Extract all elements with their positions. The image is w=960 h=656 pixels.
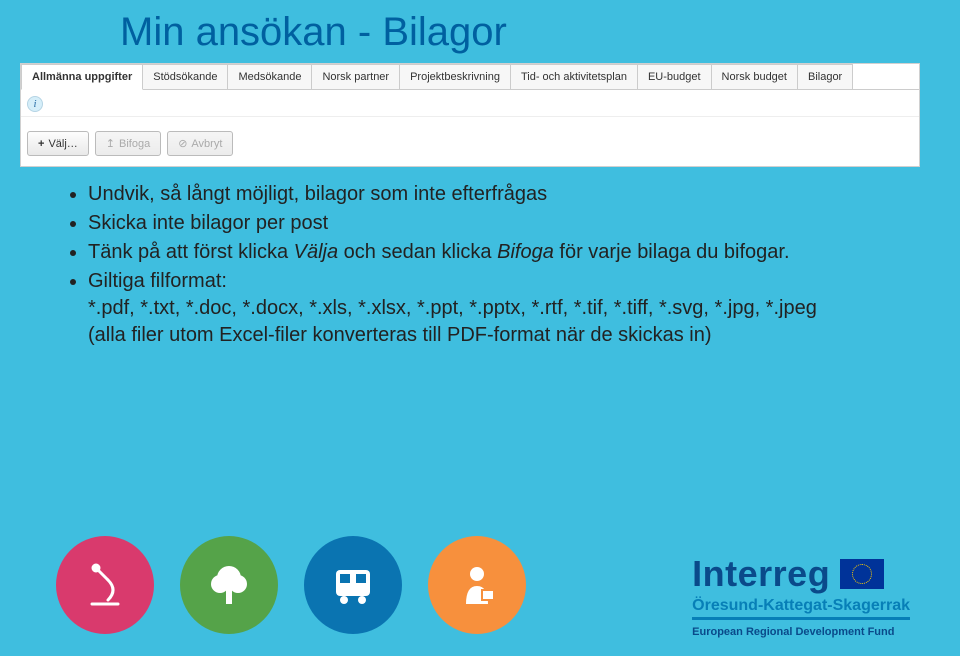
cancel-button[interactable]: ⊘ Avbryt bbox=[167, 131, 233, 156]
tab-norsk-partner[interactable]: Norsk partner bbox=[311, 64, 400, 89]
cancel-button-label: Avbryt bbox=[191, 138, 222, 150]
tab-eu-budget[interactable]: EU-budget bbox=[637, 64, 712, 89]
text: Tänk på att först klicka bbox=[88, 241, 294, 263]
microscope-icon bbox=[56, 536, 154, 634]
list-item: Skicka inte bilagor per post bbox=[88, 210, 890, 237]
tab-norsk-budget[interactable]: Norsk budget bbox=[711, 64, 798, 89]
plus-icon: + bbox=[38, 138, 44, 150]
attach-button[interactable]: ↥ Bifoga bbox=[95, 131, 161, 156]
bus-icon bbox=[304, 536, 402, 634]
tab-projektbeskrivning[interactable]: Projektbeskrivning bbox=[399, 64, 511, 89]
text: för varje bilaga du bifogar. bbox=[554, 241, 790, 263]
form-screenshot: Allmänna uppgifter Stödsökande Medsökand… bbox=[20, 63, 920, 167]
file-formats: *.pdf, *.txt, *.doc, *.docx, *.xls, *.xl… bbox=[88, 297, 817, 319]
worker-icon bbox=[428, 536, 526, 634]
tab-stodsokande[interactable]: Stödsökande bbox=[142, 64, 228, 89]
logo-region: Öresund-Kattegat-Skagerrak bbox=[692, 597, 910, 620]
list-item: Giltiga filformat: *.pdf, *.txt, *.doc, … bbox=[88, 268, 890, 349]
logo-fund: European Regional Development Fund bbox=[692, 626, 910, 638]
bullet-list: Undvik, så långt möjligt, bilagor som in… bbox=[70, 181, 890, 349]
attach-button-label: Bifoga bbox=[119, 138, 150, 150]
select-button[interactable]: + Välj… bbox=[27, 131, 89, 156]
tab-bilagor[interactable]: Bilagor bbox=[797, 64, 853, 89]
tab-allmanna[interactable]: Allmänna uppgifter bbox=[21, 64, 143, 90]
text: Giltiga filformat: bbox=[88, 270, 227, 292]
list-item: Tänk på att först klicka Välja och sedan… bbox=[88, 239, 890, 266]
upload-icon: ↥ bbox=[106, 137, 115, 150]
category-icons bbox=[56, 536, 526, 634]
tab-bar: Allmänna uppgifter Stödsökande Medsökand… bbox=[21, 64, 919, 90]
page-title: Min ansökan - Bilagor bbox=[0, 0, 960, 63]
text-em: Bifoga bbox=[497, 241, 554, 263]
text-em: Välja bbox=[294, 241, 338, 263]
tree-icon bbox=[180, 536, 278, 634]
button-row: + Välj… ↥ Bifoga ⊘ Avbryt bbox=[21, 116, 919, 166]
list-item: Undvik, så långt möjligt, bilagor som in… bbox=[88, 181, 890, 208]
cancel-icon: ⊘ bbox=[178, 137, 187, 150]
tab-tid-aktivitetsplan[interactable]: Tid- och aktivitetsplan bbox=[510, 64, 638, 89]
eu-flag-icon bbox=[840, 559, 884, 589]
text: och sedan klicka bbox=[338, 241, 497, 263]
select-button-label: Välj… bbox=[48, 138, 77, 150]
info-icon[interactable]: i bbox=[27, 96, 43, 112]
info-row: i bbox=[21, 90, 919, 116]
logo-brand: Interreg bbox=[692, 553, 830, 595]
text-note: (alla filer utom Excel-filer konverteras… bbox=[88, 324, 712, 346]
tab-medsokande[interactable]: Medsökande bbox=[227, 64, 312, 89]
interreg-logo: Interreg Öresund-Kattegat-Skagerrak Euro… bbox=[692, 553, 910, 638]
